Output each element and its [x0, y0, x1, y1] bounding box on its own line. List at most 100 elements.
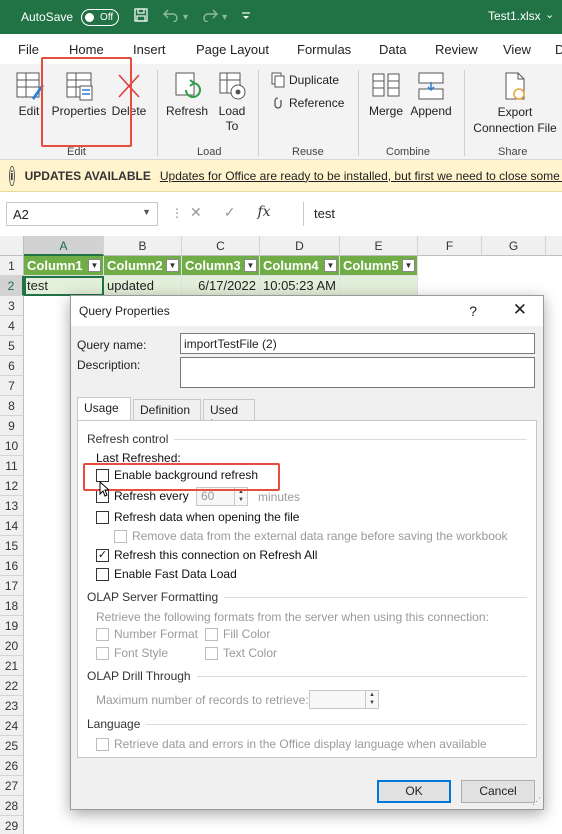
table-header-cell[interactable]: Column1 ▼	[24, 256, 104, 276]
ok-button[interactable]: OK	[377, 780, 451, 803]
table-cell-a2[interactable]: test	[24, 276, 104, 296]
table-header-cell[interactable]: Column2 ▼	[104, 256, 182, 276]
resize-grip-icon[interactable]: ⋰	[532, 796, 541, 807]
help-icon[interactable]: ?	[469, 303, 477, 319]
checkbox-box[interactable]	[96, 510, 109, 524]
cancel-button[interactable]: Cancel	[461, 780, 535, 803]
filter-dropdown-icon[interactable]: ▼	[324, 259, 337, 272]
row-header[interactable]: 24	[0, 716, 24, 736]
insert-function-icon[interactable]: fx	[257, 204, 270, 221]
tab-used-in[interactable]: Used In	[203, 399, 255, 431]
checkbox-box[interactable]	[96, 627, 109, 641]
row-header[interactable]: 21	[0, 656, 24, 676]
tab-overflow[interactable]: D	[555, 42, 562, 57]
redo-dropdown-icon[interactable]: ▾	[222, 12, 227, 23]
tab-view[interactable]: View	[503, 42, 531, 57]
row-header[interactable]: 15	[0, 536, 24, 556]
customize-toolbar-icon[interactable]	[241, 11, 251, 24]
row-header[interactable]: 6	[0, 356, 24, 376]
reference-button[interactable]: Reference	[271, 95, 344, 111]
row-header[interactable]: 5	[0, 336, 24, 356]
tab-review[interactable]: Review	[435, 42, 478, 57]
table-header-cell[interactable]: Column3 ▼	[182, 256, 260, 276]
checkbox-box[interactable]	[205, 646, 218, 660]
cancel-formula-icon[interactable]: ✕	[190, 204, 202, 221]
undo-icon[interactable]	[163, 8, 179, 26]
row-header[interactable]: 20	[0, 636, 24, 656]
table-cell-c2[interactable]: 6/17/2022	[182, 276, 260, 296]
row-header[interactable]: 19	[0, 616, 24, 636]
row-header[interactable]: 8	[0, 396, 24, 416]
formula-bar-grip-icon[interactable]: ⋮	[171, 206, 183, 220]
column-header-g[interactable]: G	[482, 236, 546, 256]
checkbox-box[interactable]	[96, 737, 109, 751]
row-header[interactable]: 7	[0, 376, 24, 396]
row-header[interactable]: 11	[0, 456, 24, 476]
row-header[interactable]: 9	[0, 416, 24, 436]
duplicate-button[interactable]: Duplicate	[271, 72, 339, 88]
checkbox-box[interactable]	[96, 646, 109, 660]
spinner-arrows-icon[interactable]: ▲ ▼	[365, 691, 378, 708]
row-header[interactable]: 3	[0, 296, 24, 316]
tab-definition[interactable]: Definition	[133, 399, 201, 420]
description-input[interactable]	[180, 357, 535, 388]
tab-file[interactable]: File	[18, 42, 39, 57]
row-header[interactable]: 14	[0, 516, 24, 536]
tab-formulas[interactable]: Formulas	[297, 42, 351, 57]
row-header[interactable]: 25	[0, 736, 24, 756]
tab-page-layout[interactable]: Page Layout	[196, 42, 269, 57]
checkbox-box[interactable]	[114, 529, 127, 543]
column-header-a[interactable]: A	[24, 236, 104, 256]
column-header-e[interactable]: E	[340, 236, 418, 256]
column-header-b[interactable]: B	[104, 236, 182, 256]
merge-button[interactable]: Merge	[366, 70, 406, 118]
column-header-c[interactable]: C	[182, 236, 260, 256]
undo-dropdown-icon[interactable]: ▾	[183, 12, 188, 23]
select-all-corner[interactable]	[0, 236, 24, 256]
checkbox-box[interactable]	[96, 567, 109, 581]
query-name-input[interactable]: importTestFile (2)	[180, 333, 535, 354]
row-header[interactable]: 10	[0, 436, 24, 456]
load-to-button[interactable]: Load To	[214, 70, 250, 134]
row-header[interactable]: 18	[0, 596, 24, 616]
tab-usage[interactable]: Usage	[77, 397, 131, 421]
filter-dropdown-icon[interactable]: ▼	[88, 259, 101, 272]
tab-home[interactable]: Home	[69, 42, 104, 57]
column-header-d[interactable]: D	[260, 236, 340, 256]
tab-data[interactable]: Data	[379, 42, 406, 57]
refresh-button[interactable]: Refresh	[164, 70, 210, 118]
append-button[interactable]: Append	[408, 70, 454, 118]
row-header[interactable]: 17	[0, 576, 24, 596]
row-header[interactable]: 26	[0, 756, 24, 776]
name-box-dropdown-icon[interactable]: ▼	[142, 207, 151, 217]
filter-dropdown-icon[interactable]: ▼	[166, 259, 179, 272]
remove-data-checkbox[interactable]: Remove data from the external data range…	[114, 529, 508, 543]
checkbox-checked[interactable]: ✓	[96, 548, 109, 562]
text-color-checkbox[interactable]: Text Color	[205, 646, 277, 660]
save-icon[interactable]	[133, 7, 149, 27]
checkbox-box[interactable]	[205, 627, 218, 641]
office-language-checkbox[interactable]: Retrieve data and errors in the Office d…	[96, 737, 487, 751]
table-cell-e2[interactable]	[340, 276, 418, 296]
row-header[interactable]: 28	[0, 796, 24, 816]
row-header[interactable]: 1	[0, 256, 24, 276]
row-header[interactable]: 16	[0, 556, 24, 576]
name-box[interactable]: A2 ▼	[6, 202, 158, 226]
refresh-on-open-checkbox[interactable]: Refresh data when opening the file	[96, 510, 299, 524]
title-dropdown-icon[interactable]: ⌄	[545, 8, 554, 21]
table-header-cell[interactable]: Column5 ▼	[340, 256, 418, 276]
refresh-all-checkbox[interactable]: ✓ Refresh this connection on Refresh All	[96, 548, 317, 562]
row-header[interactable]: 12	[0, 476, 24, 496]
font-style-checkbox[interactable]: Font Style	[96, 646, 168, 660]
enter-formula-icon[interactable]: ✓	[224, 204, 236, 221]
max-records-spinner[interactable]: ▲ ▼	[309, 690, 379, 709]
updates-message-link[interactable]: Updates for Office are ready to be insta…	[160, 169, 562, 183]
filter-dropdown-icon[interactable]: ▼	[402, 259, 415, 272]
table-cell-d2[interactable]: 10:05:23 AM	[260, 276, 340, 296]
export-connection-file-button[interactable]: Export Connection File	[470, 70, 560, 136]
fast-data-load-checkbox[interactable]: Enable Fast Data Load	[96, 567, 237, 581]
close-icon[interactable]: ✕	[513, 300, 527, 320]
number-format-checkbox[interactable]: Number Format	[96, 627, 198, 641]
row-header[interactable]: 29	[0, 816, 24, 834]
row-header[interactable]: 13	[0, 496, 24, 516]
